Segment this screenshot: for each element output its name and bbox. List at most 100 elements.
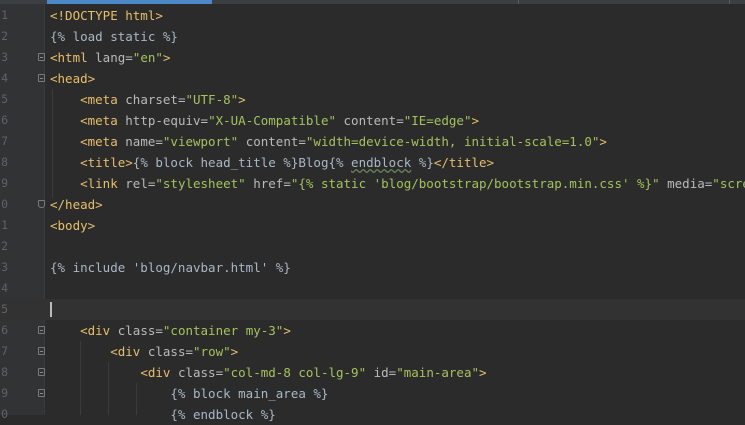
- code-text: <meta name="viewport" content="width=dev…: [50, 131, 607, 152]
- code-text: <link rel="stylesheet" href="{% static '…: [50, 173, 745, 194]
- line-number: 6: [1, 323, 8, 337]
- code-line[interactable]: 5 <meta charset="UTF-8">: [0, 89, 745, 110]
- code-line[interactable]: 2: [0, 236, 745, 257]
- code-token: <html: [50, 50, 96, 65]
- code-token: >: [162, 50, 171, 65]
- fold-collapse-icon[interactable]: [38, 368, 45, 376]
- line-number: 3: [1, 50, 8, 64]
- line-number: 9: [1, 386, 8, 400]
- fold-collapse-icon[interactable]: [38, 326, 45, 334]
- code-token: </head>: [50, 197, 103, 212]
- code-line[interactable]: 0 </head>: [0, 194, 745, 215]
- code-line[interactable]: 3 <html lang="en">: [0, 47, 745, 68]
- code-token: "col-md-8 col-lg-9": [223, 365, 367, 380]
- line-number: 2: [1, 239, 8, 253]
- line-number: 3: [1, 260, 8, 274]
- code-line[interactable]: 1 <body>: [0, 215, 745, 236]
- code-token: <head>: [50, 71, 96, 86]
- code-text: {% block main_area %}: [50, 383, 328, 404]
- code-token: {% block head_title %}Blog{%: [132, 155, 352, 170]
- code-token: charset=: [125, 92, 186, 107]
- code-text: <meta charset="UTF-8">: [50, 89, 246, 110]
- line-number: 1: [1, 218, 8, 232]
- code-line[interactable]: 7 <div class="row">: [0, 341, 745, 362]
- code-line[interactable]: 7 <meta name="viewport" content="width=d…: [0, 131, 745, 152]
- code-token: {% block main_area %}: [50, 386, 329, 401]
- code-text: <title>{% block head_title %}Blog{% endb…: [50, 152, 494, 173]
- line-number: 2: [1, 29, 8, 43]
- code-text: <head>: [50, 68, 95, 89]
- code-line[interactable]: 9 {% block main_area %}: [0, 383, 745, 404]
- fold-collapse-icon[interactable]: [38, 347, 45, 355]
- code-token: <!DOCTYPE html>: [50, 8, 163, 23]
- line-number: 8: [1, 365, 8, 379]
- code-token: http-equiv=: [125, 113, 209, 128]
- code-token: media=: [659, 176, 713, 191]
- code-token: "screen": [712, 176, 745, 191]
- code-line[interactable]: 2 {% load static %}: [0, 26, 745, 47]
- code-token: class=: [117, 323, 163, 338]
- line-number: 5: [1, 92, 8, 106]
- code-token: "viewport": [162, 134, 239, 149]
- code-token: "en": [132, 50, 163, 65]
- fold-collapse-icon[interactable]: [38, 389, 45, 397]
- code-token: <body>: [50, 218, 96, 233]
- code-token: </title>: [433, 155, 495, 170]
- code-text: <div class="container my-3">: [50, 320, 291, 341]
- code-token: >: [283, 323, 291, 338]
- code-token: {% load static %}: [50, 29, 178, 44]
- code-line[interactable]: 8 <div class="col-md-8 col-lg-9" id="mai…: [0, 362, 745, 383]
- code-token: rel=: [125, 176, 156, 191]
- active-tab-indicator[interactable]: [47, 0, 212, 4]
- code-token: lang=: [95, 50, 133, 65]
- code-token: <div: [110, 344, 148, 359]
- code-token: <meta: [80, 134, 126, 149]
- code-token: content=: [238, 134, 306, 149]
- code-text: <!DOCTYPE html>: [50, 5, 163, 26]
- code-token: class=: [177, 365, 224, 380]
- fold-collapse-icon[interactable]: [38, 74, 45, 82]
- code-token: <meta: [80, 113, 126, 128]
- code-token: id=: [366, 365, 397, 380]
- code-token: >: [238, 92, 246, 107]
- code-token: >: [471, 113, 479, 128]
- code-text: <div class="row">: [50, 341, 238, 362]
- code-token: "container my-3": [162, 323, 284, 338]
- code-token: href=: [245, 176, 291, 191]
- code-token: "width=device-width, initial-scale=1.0": [305, 134, 600, 149]
- line-number: 1: [1, 8, 8, 22]
- code-token: <link: [80, 176, 126, 191]
- fold-end-icon[interactable]: [38, 200, 45, 208]
- code-token: "IE=edge": [403, 113, 472, 128]
- code-token: %}: [411, 155, 434, 170]
- current-line[interactable]: 5: [0, 299, 745, 320]
- code-token: {% include 'blog/navbar.html' %}: [50, 260, 291, 275]
- code-token: <div: [80, 323, 118, 338]
- code-token: <meta: [80, 92, 126, 107]
- code-line[interactable]: 4: [0, 278, 745, 299]
- line-number: 0: [1, 197, 8, 211]
- fold-collapse-icon[interactable]: [38, 53, 45, 61]
- code-text: {% include 'blog/navbar.html' %}: [50, 257, 291, 278]
- line-number: 9: [1, 176, 8, 190]
- code-line[interactable]: 3 {% include 'blog/navbar.html' %}: [0, 257, 745, 278]
- code-line[interactable]: 8 <title>{% block head_title %}Blog{% en…: [0, 152, 745, 173]
- code-line[interactable]: 6 <meta http-equiv="X-UA-Compatible" con…: [0, 110, 745, 131]
- code-line[interactable]: 6 <div class="container my-3">: [0, 320, 745, 341]
- code-token: "main-area": [396, 365, 480, 380]
- line-number: 7: [1, 344, 8, 358]
- code-token: content=: [336, 113, 404, 128]
- code-line[interactable]: 1 <!DOCTYPE html>: [0, 5, 745, 26]
- code-token: "UTF-8": [185, 92, 239, 107]
- text-caret: [50, 302, 52, 317]
- code-line[interactable]: 4 <head>: [0, 68, 745, 89]
- line-number: 7: [1, 134, 8, 148]
- code-line[interactable]: 9 <link rel="stylesheet" href="{% static…: [0, 173, 745, 194]
- line-number: 4: [1, 71, 8, 85]
- code-text: </head>: [50, 194, 103, 215]
